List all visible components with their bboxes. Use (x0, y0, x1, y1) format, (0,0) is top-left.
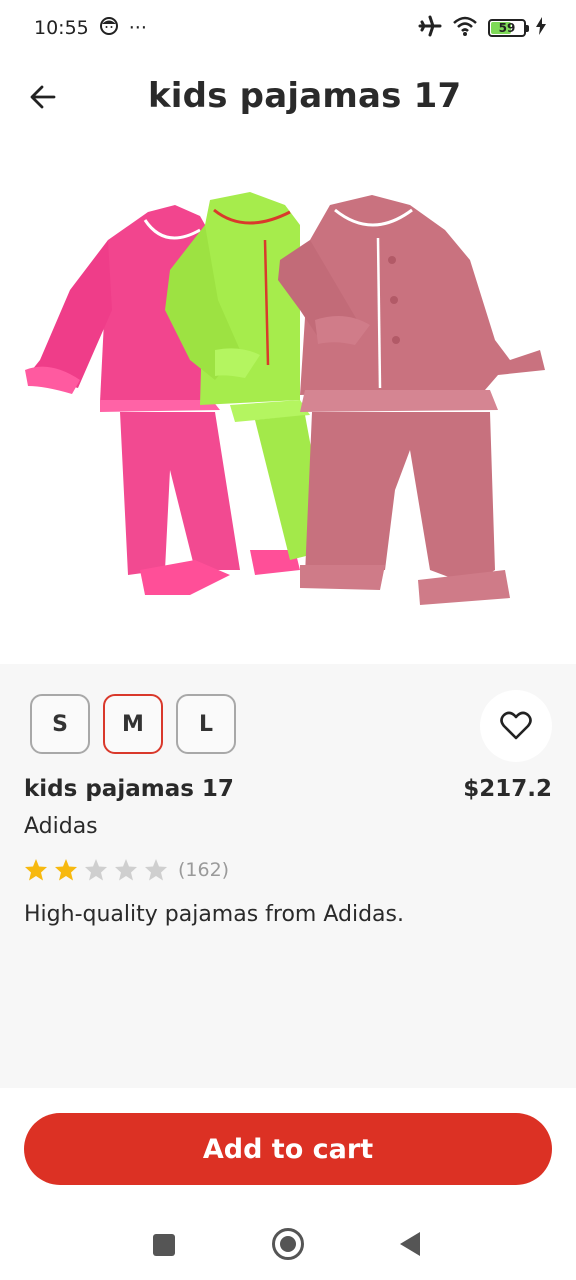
product-brand: Adidas (24, 814, 98, 839)
product-price: $217.2 (463, 776, 552, 802)
review-count: (162) (178, 859, 230, 881)
status-time: 10:55 (34, 17, 89, 39)
product-name: kids pajamas 17 (24, 776, 234, 802)
back-button[interactable] (22, 76, 64, 118)
system-back-button[interactable] (400, 1232, 420, 1256)
app-header: kids pajamas 17 (0, 62, 576, 134)
heart-outline-icon (500, 711, 532, 740)
more-notifications-icon: ··· (128, 17, 147, 39)
wifi-icon (452, 15, 478, 41)
add-to-cart-button[interactable]: Add to cart (24, 1113, 552, 1185)
star-empty-icon (145, 859, 167, 881)
size-option-m[interactable]: M (103, 694, 163, 754)
rating-row: (162) (24, 858, 229, 882)
star-empty-icon (115, 859, 137, 881)
star-empty-icon (85, 859, 107, 881)
favorite-button[interactable] (480, 690, 552, 762)
battery-indicator: 59 (488, 19, 529, 37)
size-option-l[interactable]: L (176, 694, 236, 754)
product-description: High-quality pajamas from Adidas. (24, 902, 404, 927)
product-image[interactable] (0, 150, 576, 660)
mauve-pajama (278, 195, 545, 605)
size-option-s[interactable]: S (30, 694, 90, 754)
page-title: kids pajamas 17 (148, 76, 462, 116)
size-selector: S M L (30, 694, 236, 754)
arrow-left-icon (30, 85, 56, 109)
system-nav-bar (0, 1216, 576, 1272)
home-button[interactable] (272, 1228, 304, 1260)
star-filled-icon (25, 859, 47, 881)
status-right: 59 (418, 15, 546, 41)
status-bar: 10:55 ··· 59 (0, 0, 576, 56)
recent-apps-button[interactable] (153, 1234, 175, 1256)
pajamas-illustration (25, 192, 545, 605)
product-details: S M L kids pajamas 17 $217.2 Adidas (162… (0, 664, 576, 1088)
airplane-icon (418, 15, 442, 41)
bolt-icon (536, 17, 546, 39)
status-left: 10:55 ··· (34, 16, 147, 41)
battery-level: 59 (498, 21, 516, 35)
star-filled-icon (55, 859, 77, 881)
face-icon (99, 16, 119, 41)
